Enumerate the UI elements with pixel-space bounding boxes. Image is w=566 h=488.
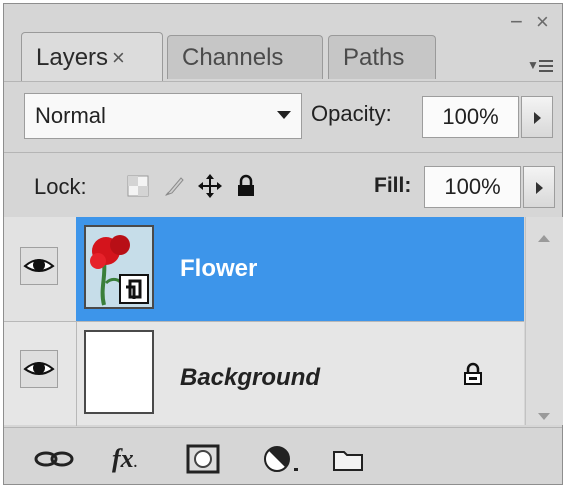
layer-name-flower[interactable]: Flower [180, 255, 257, 283]
blend-mode-value: Normal [35, 103, 106, 128]
tab-layers-label: Layers [36, 44, 109, 71]
eye-icon[interactable] [20, 350, 58, 388]
tab-layers[interactable]: Layers × [21, 32, 163, 81]
fx-icon[interactable]: fx. [112, 444, 162, 474]
layers-panel: − × Layers × Channels Paths ▼ Normal Opac… [3, 3, 563, 485]
fill-input[interactable]: 100% [424, 166, 521, 208]
lock-image-pixels-icon[interactable] [162, 174, 186, 198]
divider [76, 322, 77, 426]
fill-stepper-button[interactable] [523, 166, 555, 208]
layer-row-background[interactable]: Background [4, 321, 524, 426]
minimize-icon[interactable]: − [510, 11, 523, 33]
lock-label: Lock: [34, 174, 87, 199]
chevron-down-icon [277, 111, 291, 119]
lock-all-icon[interactable] [234, 174, 258, 198]
link-layers-icon[interactable] [34, 444, 74, 474]
eye-icon[interactable] [20, 247, 58, 285]
layer-thumbnail-background [84, 330, 154, 414]
lock-transparent-pixels-icon[interactable] [126, 174, 150, 198]
layer-row-flower[interactable]: Flower [4, 217, 524, 321]
opacity-input[interactable]: 100% [422, 96, 519, 138]
divider [4, 81, 562, 82]
divider [4, 152, 562, 153]
add-mask-icon[interactable] [186, 444, 222, 474]
fill-label: Fill: [374, 174, 412, 197]
tab-paths-label: Paths [343, 44, 405, 71]
layers-scrollbar[interactable] [525, 217, 563, 425]
fx-label: fx [112, 444, 134, 473]
tab-channels[interactable]: Channels [167, 35, 323, 79]
blend-mode-select[interactable]: Normal [24, 93, 302, 139]
close-panel-icon[interactable]: × [536, 11, 549, 33]
new-group-icon[interactable] [332, 444, 366, 474]
tab-close-icon[interactable]: × [112, 45, 125, 70]
layer-name-background[interactable]: Background [180, 364, 320, 392]
lock-position-icon[interactable] [198, 174, 222, 198]
scroll-up-icon[interactable] [538, 235, 550, 242]
scroll-down-icon[interactable] [538, 413, 550, 420]
divider [4, 427, 562, 428]
layer-thumbnail-flower [84, 225, 154, 309]
tab-paths[interactable]: Paths [328, 35, 436, 79]
tab-channels-label: Channels [182, 44, 284, 71]
layers-list: Flower Background [4, 217, 524, 426]
panel-menu-icon[interactable]: ▼ [527, 56, 555, 78]
opacity-label: Opacity: [311, 101, 392, 126]
adjustment-layer-icon[interactable] [262, 444, 306, 474]
layer-lock-icon [462, 362, 484, 386]
opacity-stepper-button[interactable] [521, 96, 553, 138]
